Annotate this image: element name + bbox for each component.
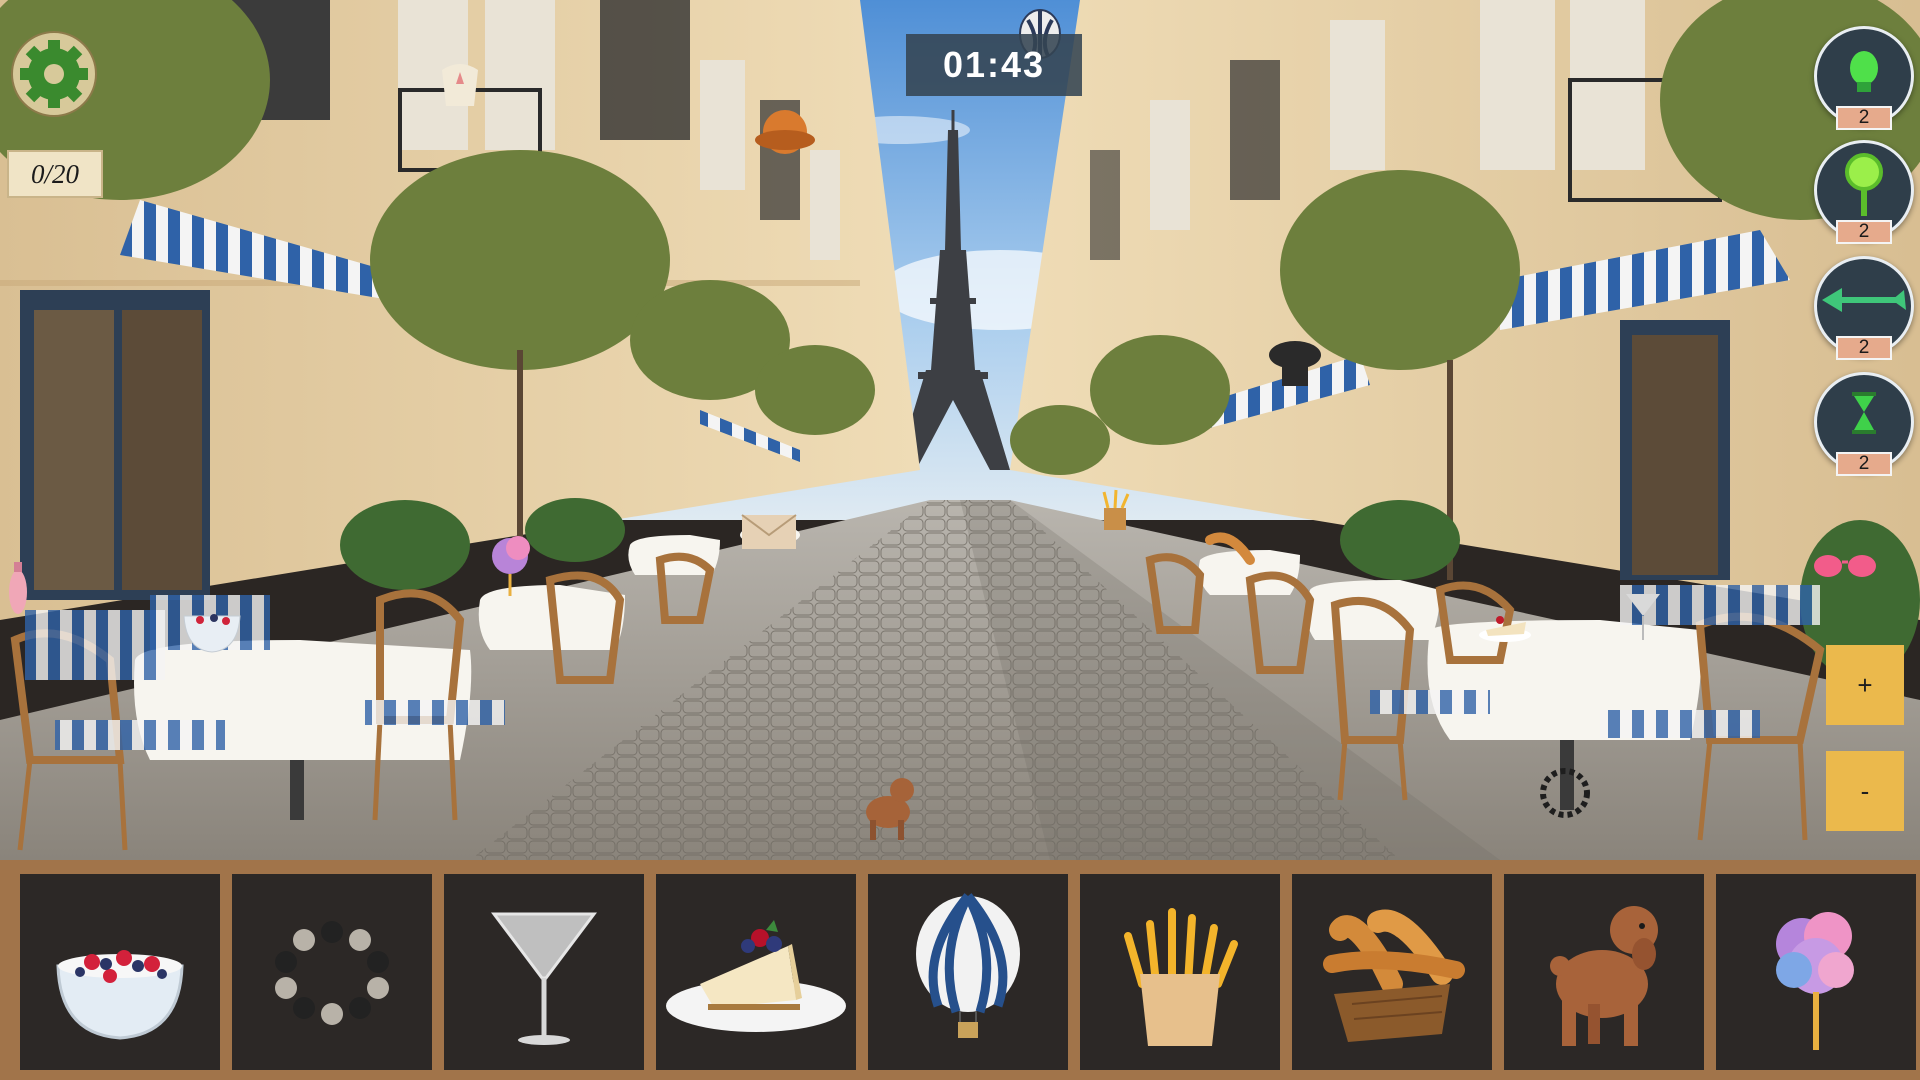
hint-count: 2 bbox=[1836, 106, 1892, 130]
zoom-out-button[interactable]: - bbox=[1826, 751, 1904, 831]
hint-count: 2 bbox=[1836, 220, 1892, 244]
countdown-timer: 01:43 bbox=[906, 34, 1082, 96]
paris-cafe-street-scene[interactable] bbox=[0, 0, 1920, 860]
item-slot-fries[interactable] bbox=[1080, 874, 1280, 1070]
cotton-candy-icon bbox=[1776, 912, 1854, 1050]
cheesecake-slice-icon bbox=[666, 920, 846, 1032]
hidden-envelope[interactable] bbox=[741, 514, 797, 549]
found-counter: 0/20 bbox=[7, 150, 103, 198]
item-slot-yogurt-bowl[interactable] bbox=[20, 874, 220, 1070]
hint-count: 2 bbox=[1836, 336, 1892, 360]
item-slot-cheesecake[interactable] bbox=[656, 874, 856, 1070]
hourglass-hint-button[interactable]: 2 bbox=[1814, 372, 1914, 476]
hot-air-balloon-icon bbox=[916, 893, 1020, 1038]
zoom-in-button[interactable]: + bbox=[1826, 645, 1904, 725]
baguette-basket-icon bbox=[1323, 909, 1465, 1042]
settings-button[interactable] bbox=[10, 30, 98, 118]
hidden-candle[interactable] bbox=[442, 64, 478, 106]
magnifier-hint-button[interactable]: 2 bbox=[1814, 140, 1914, 244]
gear-icon bbox=[11, 31, 97, 117]
martini-glass-icon bbox=[491, 912, 597, 1045]
item-slot-balloon[interactable] bbox=[868, 874, 1068, 1070]
french-fries-icon bbox=[1124, 908, 1238, 1046]
item-slot-martini[interactable] bbox=[444, 874, 644, 1070]
game-scene[interactable] bbox=[0, 0, 1920, 860]
item-slot-poodle[interactable] bbox=[1504, 874, 1704, 1070]
berry-yogurt-bowl-icon bbox=[56, 950, 184, 1040]
items-to-find-bar bbox=[0, 860, 1920, 1080]
lightbulb-hint-button[interactable]: 2 bbox=[1814, 26, 1914, 130]
hint-count: 2 bbox=[1836, 452, 1892, 476]
arrow-hint-button[interactable]: 2 bbox=[1814, 256, 1914, 360]
item-slot-baguettes[interactable] bbox=[1292, 874, 1492, 1070]
poodle-dog-icon bbox=[1550, 906, 1658, 1046]
bead-bracelet-icon bbox=[275, 921, 389, 1025]
item-slot-cotton-candy[interactable] bbox=[1716, 874, 1916, 1070]
item-slot-bracelet[interactable] bbox=[232, 874, 432, 1070]
